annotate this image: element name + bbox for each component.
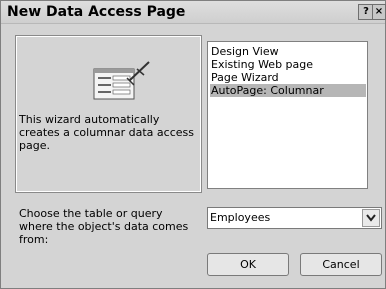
dropdown-button[interactable] — [362, 209, 380, 227]
data-source-value[interactable]: Employees — [210, 211, 270, 224]
creation-options-list[interactable]: Design View Existing Web page Page Wizar… — [207, 41, 368, 189]
data-source-combo[interactable]: Employees — [207, 207, 382, 229]
wizard-preview-pane: This wizard automatically creates a colu… — [15, 35, 202, 193]
wizard-description: This wizard automatically creates a colu… — [19, 113, 194, 152]
cancel-button[interactable]: Cancel — [300, 253, 382, 276]
new-data-access-page-dialog: New Data Access Page ? × This wizard aut… — [0, 0, 386, 289]
close-button[interactable]: × — [372, 4, 386, 20]
option-design-view[interactable]: Design View — [210, 45, 366, 58]
dialog-title: New Data Access Page — [7, 4, 186, 20]
ok-button[interactable]: OK — [207, 253, 289, 276]
option-existing-web-page[interactable]: Existing Web page — [210, 58, 366, 71]
option-autopage-columnar[interactable]: AutoPage: Columnar — [210, 84, 366, 97]
option-page-wizard[interactable]: Page Wizard — [210, 71, 366, 84]
chevron-down-icon — [366, 214, 376, 222]
title-bar: New Data Access Page ? × — [1, 1, 386, 24]
data-source-label: Choose the table or query where the obje… — [19, 207, 189, 246]
wizard-form-icon — [93, 61, 150, 100]
